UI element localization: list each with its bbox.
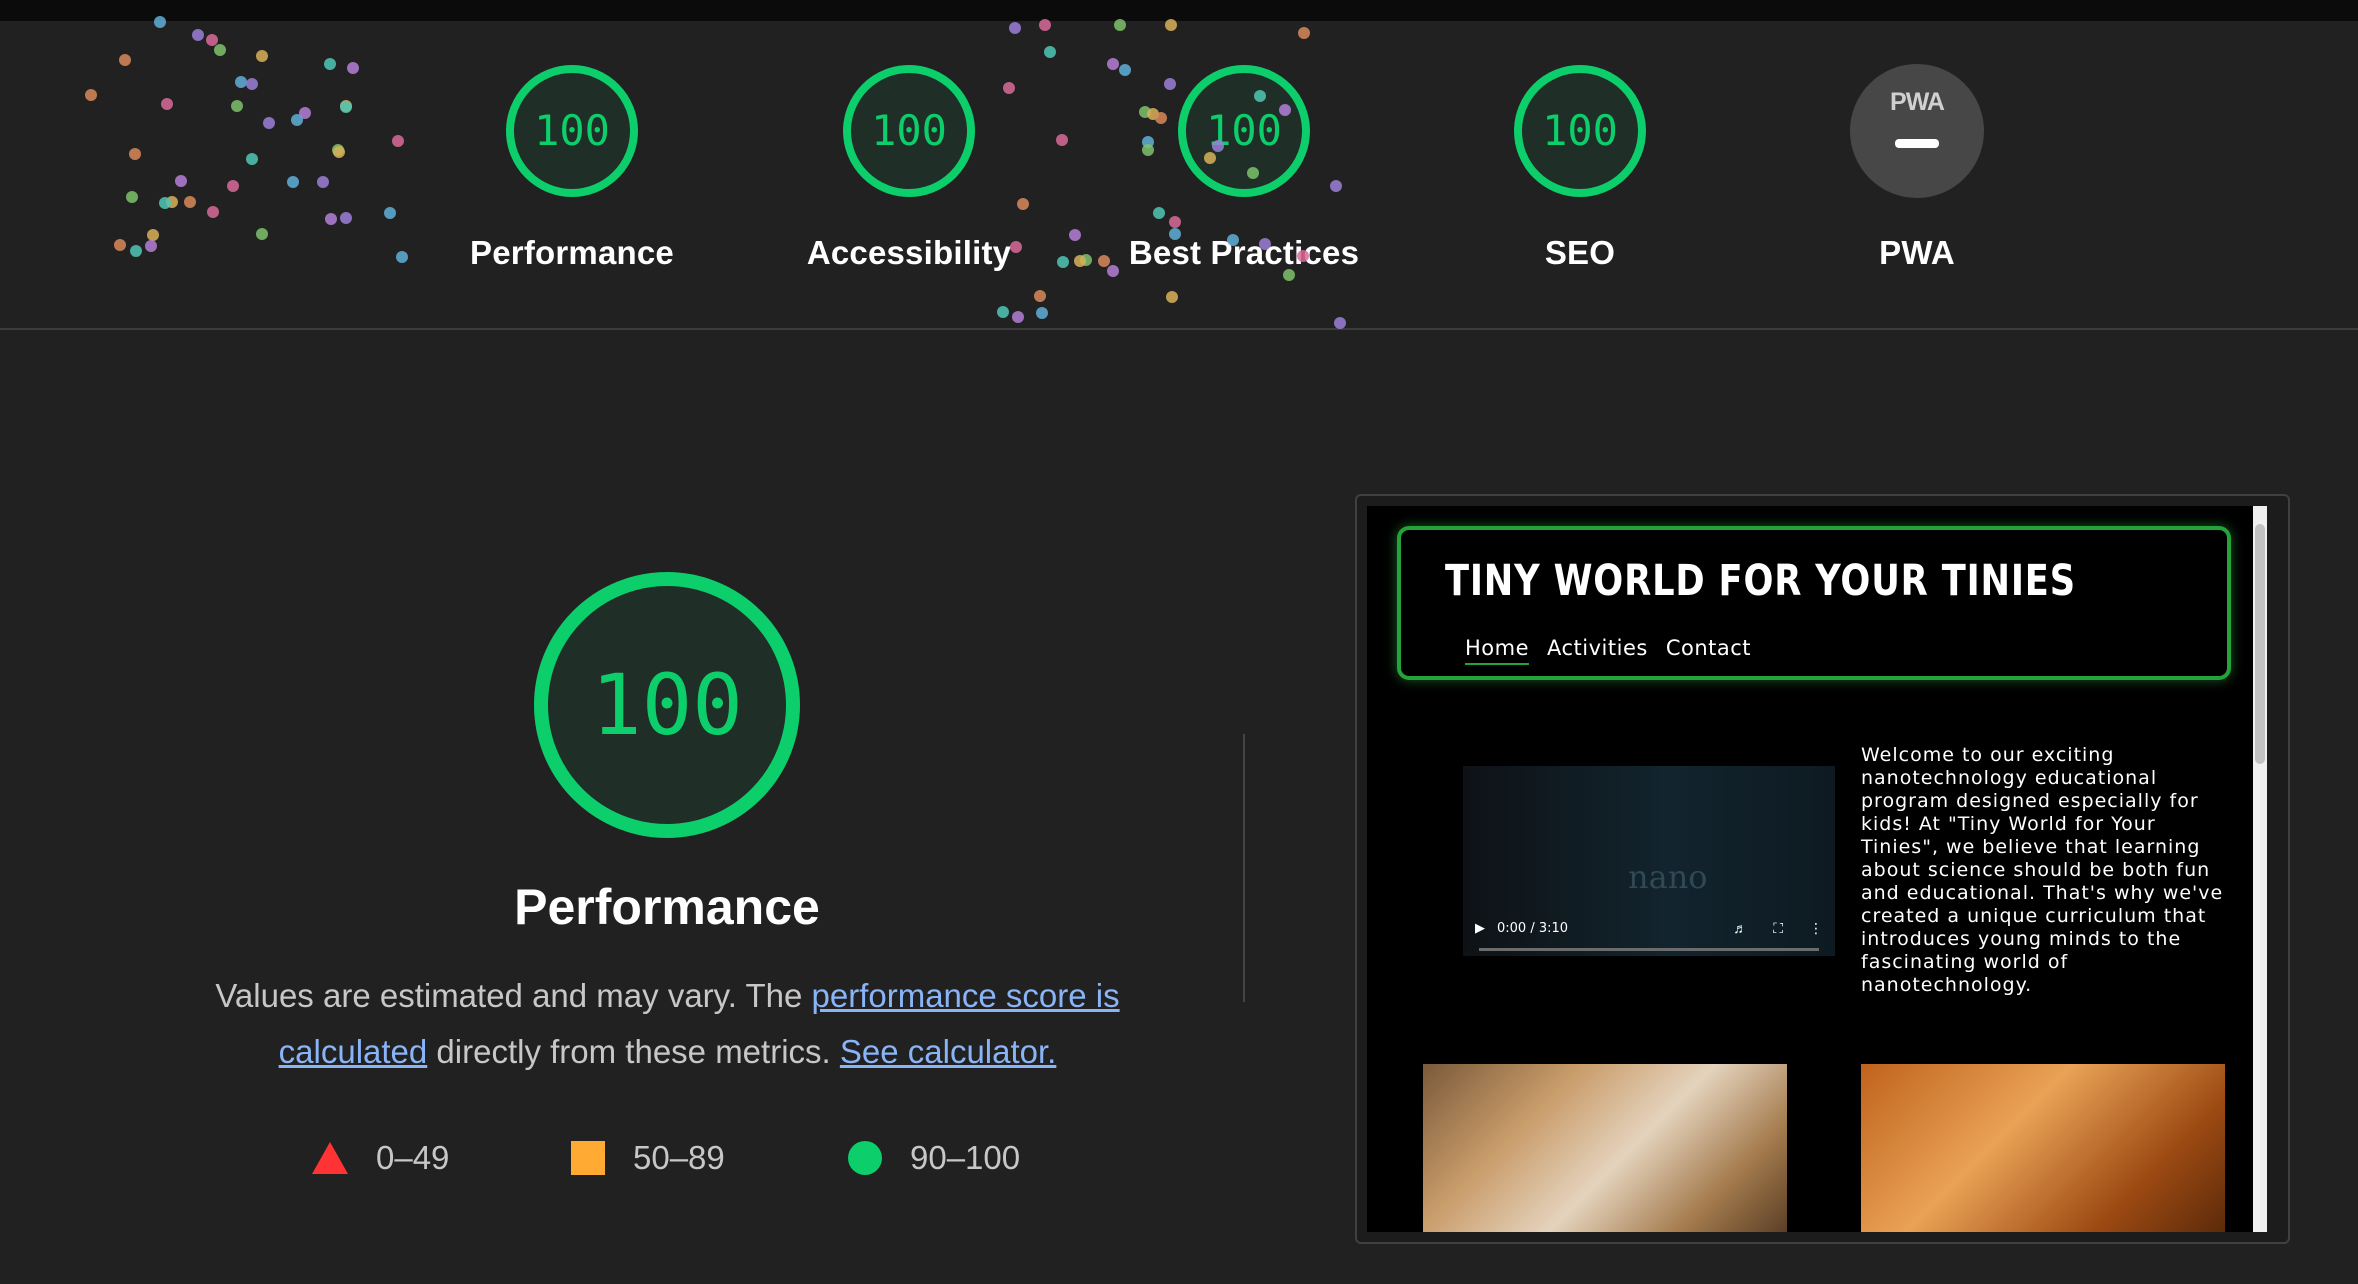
green-circle-icon xyxy=(848,1141,882,1175)
gauge-accessibility[interactable]: 100 Accessibility xyxy=(769,64,1049,272)
video-controls: ▶ 0:00 / 3:10 ♬ ⛶ ⋮ xyxy=(1475,916,1823,940)
fullscreen-icon: ⛶ xyxy=(1773,919,1783,936)
gauge-score: 100 xyxy=(1206,106,1282,155)
site-title: TINY WORLD FOR YOUR TINIES xyxy=(1445,556,2076,606)
gauge-ring: 100 xyxy=(505,64,639,198)
gauge-ring: 100 xyxy=(1177,64,1311,198)
more-options-icon: ⋮ xyxy=(1809,919,1823,936)
orange-square-icon xyxy=(571,1141,605,1175)
legend-range: 90–100 xyxy=(910,1139,1021,1176)
gauge-label: Best Practices xyxy=(1128,234,1360,271)
video-watermark: nano xyxy=(1628,858,1708,896)
gauge-score: 100 xyxy=(534,106,610,155)
gauge-best-practices[interactable]: 100 Best Practices xyxy=(1104,64,1384,272)
molecule-model-photo xyxy=(1861,1064,2225,1232)
red-triangle-icon xyxy=(312,1142,348,1174)
video-time: 0:00 / 3:10 xyxy=(1497,920,1569,936)
performance-description: Values are estimated and may vary. The p… xyxy=(190,968,1145,1080)
see-calculator-link[interactable]: See calculator. xyxy=(840,1033,1056,1070)
gauge-ring: 100 xyxy=(1513,64,1647,198)
gauge-performance[interactable]: 100 Performance xyxy=(432,64,712,272)
vertical-divider xyxy=(1243,734,1245,1002)
video-player: nano ▶ 0:00 / 3:10 ♬ ⛶ ⋮ xyxy=(1463,766,1835,956)
site-nav: Home Activities Contact xyxy=(1465,636,1751,665)
gauge-ring: 100 xyxy=(842,64,976,198)
nav-contact: Contact xyxy=(1665,636,1752,660)
description-text: directly from these metrics. xyxy=(427,1033,840,1070)
kids-lab-photo xyxy=(1423,1064,1787,1232)
legend-pass: 90–100 xyxy=(848,1136,1020,1180)
top-bar xyxy=(0,0,2358,21)
pwa-badge-text: PWA xyxy=(1890,88,1945,116)
gauge-seo[interactable]: 100 SEO xyxy=(1440,64,1720,272)
gauge-label: SEO xyxy=(1544,234,1616,271)
performance-title: Performance xyxy=(514,879,820,935)
legend-range: 0–49 xyxy=(376,1139,450,1176)
legend-average: 50–89 xyxy=(571,1136,725,1180)
gauge-label: PWA xyxy=(1879,234,1955,271)
gauge-label: Accessibility xyxy=(806,234,1012,271)
intro-paragraph: Welcome to our exciting nanotechnology e… xyxy=(1861,744,2224,996)
gauge-score: 100 xyxy=(1542,106,1618,155)
final-screenshot[interactable]: TINY WORLD FOR YOUR TINIES Home Activiti… xyxy=(1367,506,2267,1232)
legend-range: 50–89 xyxy=(633,1139,725,1176)
play-icon: ▶ xyxy=(1475,920,1485,935)
pwa-badge-ring: PWA xyxy=(1850,64,1984,198)
pwa-dash-icon xyxy=(1895,139,1939,148)
gauge-score: 100 xyxy=(871,106,947,155)
volume-icon: ♬ xyxy=(1733,919,1748,936)
legend-fail: 0–49 xyxy=(312,1136,449,1180)
description-text: Values are estimated and may vary. The xyxy=(215,977,812,1014)
performance-score: 100 xyxy=(591,656,743,754)
video-progress-bar xyxy=(1479,948,1819,951)
scrollbar-thumb xyxy=(2255,524,2265,764)
screenshot-scrollbar xyxy=(2253,506,2267,1232)
pwa-badge-icon: PWA xyxy=(1850,64,1984,198)
gauge-label: Performance xyxy=(470,234,674,271)
nav-activities: Activities xyxy=(1547,636,1648,660)
performance-gauge-large: 100 xyxy=(531,569,803,841)
video-right-controls: ♬ ⛶ ⋮ xyxy=(1733,920,1823,937)
nav-home: Home xyxy=(1465,636,1530,665)
gauge-pwa[interactable]: PWA PWA xyxy=(1777,64,2057,272)
